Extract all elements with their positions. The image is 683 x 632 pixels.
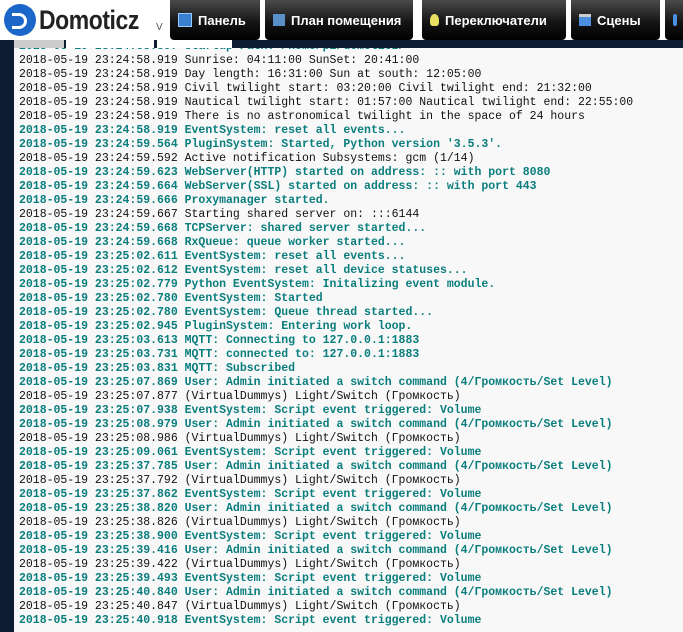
nav-dashboard[interactable]: Панель [170, 0, 260, 40]
log-line: 2018-05-19 23:24:59.666 Proxymanager sta… [19, 194, 330, 207]
log-line: 2018-05-19 23:25:02.945 PluginSystem: En… [19, 320, 413, 333]
log-line: 2018-05-19 23:25:08.986 (VirtualDummys) … [19, 432, 461, 445]
log-line: 2018-05-19 23:25:38.826 (VirtualDummys) … [19, 516, 461, 529]
log-line: 2018-05-19 23:25:02.611 EventSystem: res… [19, 250, 406, 263]
log-line: 2018-05-19 23:25:37.792 (VirtualDummys) … [19, 474, 461, 487]
log-line: 2018-05-19 23:24:59.664 WebServer(SSL) s… [19, 180, 537, 193]
domoticz-logo-icon [4, 4, 36, 36]
version-label: V [156, 22, 163, 33]
log-line: 2018-05-19 23:24:58.919 Sunrise: 04:11:0… [19, 54, 420, 67]
thermometer-icon [673, 14, 677, 26]
log-line: 2018-05-19 23:25:37.862 EventSystem: Scr… [19, 488, 482, 501]
log-line: 2018-05-19 23:25:07.938 EventSystem: Scr… [19, 404, 482, 417]
log-line: 2018-05-19 23:25:03.613 MQTT: Connecting… [19, 334, 420, 347]
lightbulb-icon [430, 14, 439, 26]
log-line: 2018-05-19 23:25:02.780 EventSystem: Que… [19, 306, 434, 319]
log-line: 2018-05-19 23:25:07.877 (VirtualDummys) … [19, 390, 461, 403]
log-line: 2018-05-19 23:25:38.820 User: Admin init… [19, 502, 613, 515]
log-line: 2018-05-19 23:25:07.869 User: Admin init… [19, 376, 613, 389]
log-line: 2018-05-19 23:24:58.919 EventSystem: res… [19, 124, 406, 137]
log-line: 2018-05-19 23:25:40.918 EventSystem: Scr… [19, 614, 482, 627]
log-line: 2018-05-19 23:24:59.623 WebServer(HTTP) … [19, 166, 551, 179]
log-line: 2018-05-19 23:24:59.592 Active notificat… [19, 152, 475, 165]
log-line: 2018-05-19 23:25:39.416 User: Admin init… [19, 544, 613, 557]
log-line: 2018-05-19 23:24:59.564 PluginSystem: St… [19, 138, 503, 151]
log-line: 2018-05-19 23:25:02.780 EventSystem: Sta… [19, 292, 323, 305]
nav-switches[interactable]: Переключатели [422, 0, 566, 40]
log-line: 2018-05-19 23:25:02.779 Python EventSyst… [19, 278, 496, 291]
log-line: 2018-05-19 23:24:59.667 Starting shared … [19, 208, 420, 221]
log-line: 2018-05-19 23:24:59.668 RxQueue: queue w… [19, 236, 406, 249]
domoticz-logo[interactable]: Domoticz [4, 2, 157, 38]
log-line: 2018-05-19 23:24:58.919 Nautical twiligh… [19, 96, 634, 109]
log-tab[interactable] [14, 40, 64, 48]
log-line: 2018-05-19 23:25:39.422 (VirtualDummys) … [19, 558, 461, 571]
log-line: 2018-05-19 23:25:37.785 User: Admin init… [19, 460, 613, 473]
log-tab-active[interactable] [66, 40, 154, 48]
nav-floorplan[interactable]: План помещения [265, 0, 413, 40]
log-lines: 2018-05-19 23:24:58.897 Startup Path: /h… [14, 48, 633, 628]
log-line: 2018-05-19 23:24:58.919 There is no astr… [19, 110, 585, 123]
log-line: 2018-05-19 23:25:03.831 MQTT: Subscribed [19, 362, 296, 375]
nav-temperature[interactable] [665, 0, 683, 40]
log-line: 2018-05-19 23:25:40.847 (VirtualDummys) … [19, 600, 461, 613]
nav-scenes[interactable]: Сцены [571, 0, 660, 40]
log-line: 2018-05-19 23:24:58.919 Civil twilight s… [19, 82, 592, 95]
log-line: 2018-05-19 23:25:08.979 User: Admin init… [19, 418, 613, 431]
log-panel[interactable]: 2018-05-19 23:24:58.897 Startup Path: /h… [14, 48, 683, 632]
floorplan-icon [273, 14, 285, 26]
log-line: 2018-05-19 23:25:38.900 EventSystem: Scr… [19, 530, 482, 543]
nav-label: Панель [198, 12, 246, 28]
log-line: 2018-05-19 23:25:09.061 EventSystem: Scr… [19, 446, 482, 459]
log-line: 2018-05-19 23:25:40.840 User: Admin init… [19, 586, 613, 599]
log-line: 2018-05-19 23:25:02.612 EventSystem: res… [19, 264, 468, 277]
log-line: 2018-05-19 23:25:39.493 EventSystem: Scr… [19, 572, 482, 585]
nav-label: План помещения [291, 12, 402, 28]
log-tab[interactable] [157, 40, 232, 48]
dashboard-icon [178, 13, 192, 27]
log-line: 2018-05-19 23:25:03.731 MQTT: connected … [19, 348, 420, 361]
logo-text: Domoticz [39, 4, 139, 35]
log-line: 2018-05-19 23:24:58.919 Day length: 16:3… [19, 68, 482, 81]
log-line: 2018-05-19 23:24:59.668 TCPServer: share… [19, 222, 427, 235]
scenes-icon [579, 14, 591, 26]
nav-label: Переключатели [445, 12, 547, 28]
nav-label: Сцены [597, 12, 641, 28]
